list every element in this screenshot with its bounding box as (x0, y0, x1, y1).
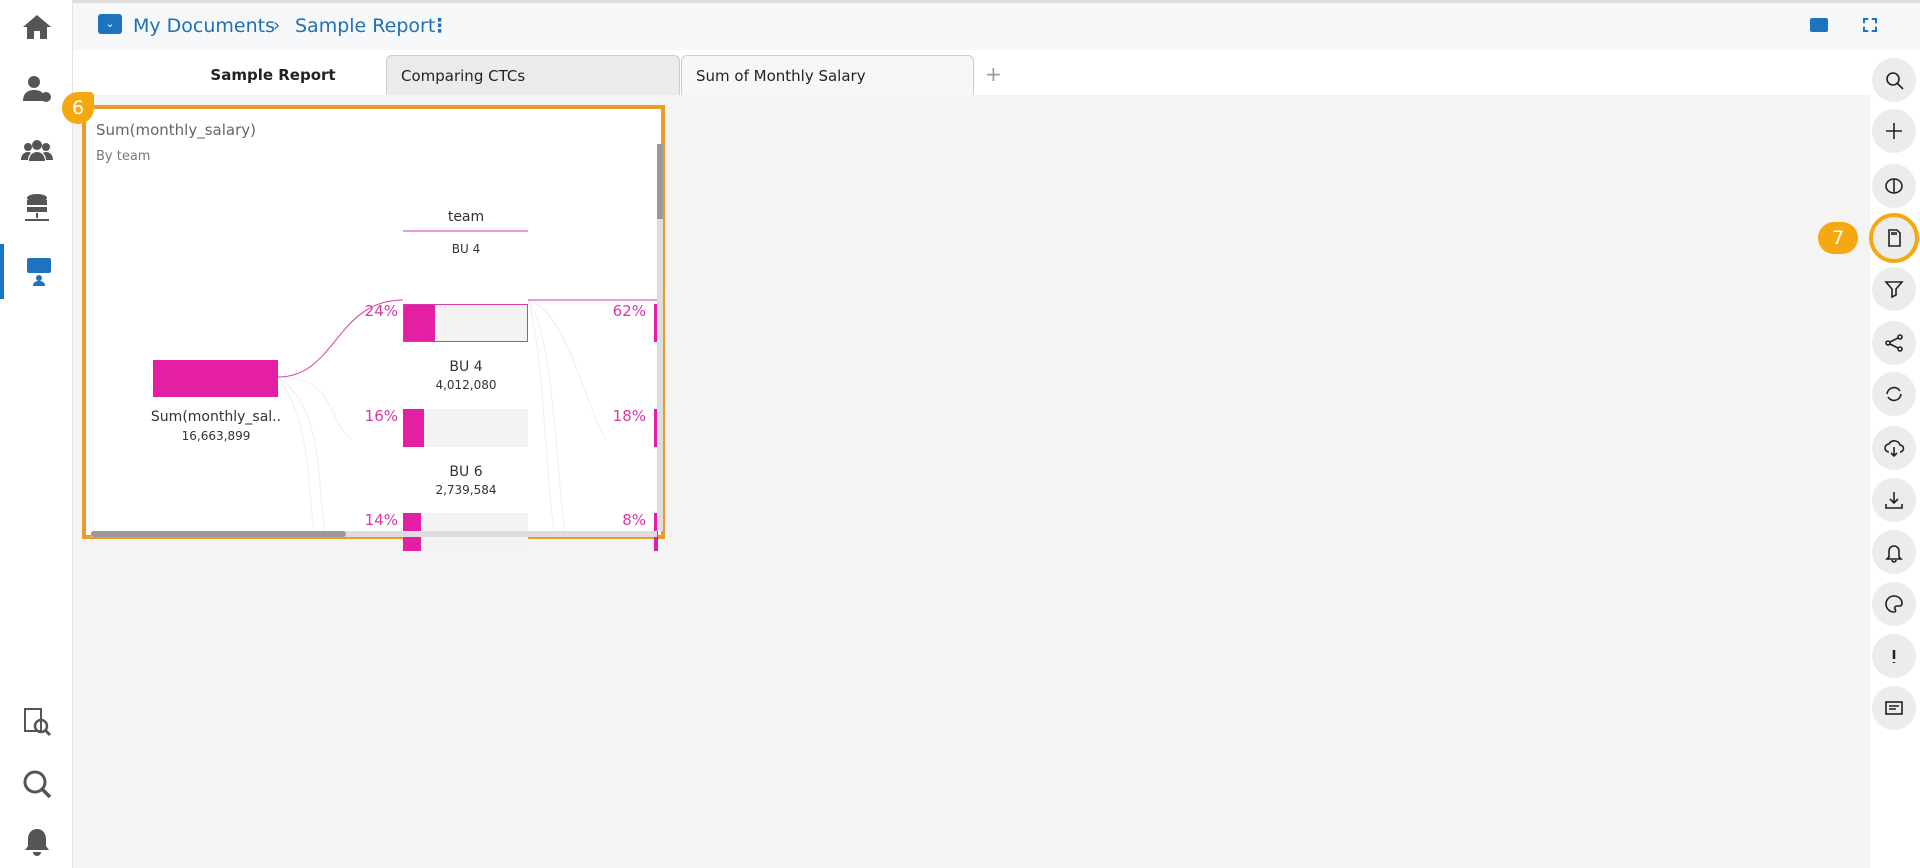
download-button[interactable] (1872, 478, 1916, 522)
download-icon (1885, 492, 1903, 509)
node-label: BU 4 (449, 359, 483, 375)
tab-sample-report[interactable]: Sample Report (163, 55, 383, 95)
brain-button[interactable] (1872, 164, 1916, 208)
fullscreen-icon[interactable] (1863, 18, 1877, 32)
report-tabs: Sample Report Comparing CTCs Sum of Mont… (73, 50, 1870, 95)
plus-icon (1886, 123, 1902, 139)
message-icon (1885, 701, 1903, 715)
node-pct: 16% (364, 407, 398, 425)
left-sidebar (0, 0, 73, 868)
share-button[interactable] (1872, 321, 1916, 365)
tab-sum-of-monthly-salary[interactable]: Sum of Monthly Salary (681, 55, 974, 95)
report-designer-icon[interactable] (0, 244, 73, 299)
root-value: 16,663,899 (181, 429, 251, 443)
refresh-icon (1886, 386, 1902, 402)
more-options-icon[interactable]: ⋮ (430, 15, 449, 37)
next-level-pct: 18% (612, 407, 646, 425)
next-level-pct: 8% (622, 511, 646, 529)
node-bar[interactable] (403, 409, 528, 447)
breadcrumb-folder[interactable]: My Documents (133, 15, 275, 37)
data-search-icon[interactable] (0, 697, 73, 747)
brain-icon (1885, 178, 1903, 194)
palette-icon (1885, 595, 1903, 613)
search-icon (1886, 72, 1904, 90)
cloud-download-button[interactable] (1872, 426, 1916, 470)
palette-button[interactable] (1872, 582, 1916, 626)
search-button[interactable] (1872, 58, 1916, 102)
breadcrumb-report[interactable]: Sample Report (295, 15, 435, 37)
tab-comparing-ctcs[interactable]: Comparing CTCs (386, 55, 680, 95)
decomposition-tree-chart[interactable]: Sum(monthly_salary) By team Sum(monthly_… (82, 105, 665, 551)
horizontal-scrollbar[interactable] (91, 531, 657, 537)
filter-icon (1884, 281, 1904, 299)
node-label: BU 6 (449, 464, 483, 480)
node-pct: 24% (364, 302, 398, 320)
header-bar: ⌄ My Documents › Sample Report ⋮ (73, 0, 1920, 50)
exclamation-button[interactable] (1872, 634, 1916, 678)
highlight-ring (1869, 213, 1919, 263)
bell-icon (1885, 545, 1903, 563)
bell-button[interactable] (1872, 530, 1916, 574)
users-group-icon[interactable] (0, 126, 73, 176)
annotation-badge-6: 6 (62, 92, 94, 124)
root-bar[interactable] (153, 360, 278, 397)
add-tab-button[interactable]: + (985, 62, 1002, 86)
level-selected: BU 4 (451, 242, 481, 256)
search-data-icon[interactable] (0, 759, 73, 809)
level-header: team (447, 209, 485, 225)
node-value: 4,012,080 (435, 378, 497, 392)
annotation-badge-7: 7 (1818, 222, 1858, 254)
database-icon[interactable] (0, 183, 73, 233)
message-button[interactable] (1872, 686, 1916, 730)
comment-icon[interactable] (1810, 18, 1828, 32)
vertical-scrollbar[interactable] (657, 144, 663, 531)
chevron-right-icon: › (273, 15, 281, 36)
node-value: 2,739,584 (435, 483, 497, 497)
home-icon[interactable] (0, 2, 73, 52)
next-level-pct: 62% (612, 302, 646, 320)
filter-button[interactable] (1872, 267, 1916, 311)
refresh-button[interactable] (1872, 372, 1916, 416)
cloud-download-icon (1884, 440, 1905, 458)
node-bar[interactable] (403, 304, 528, 342)
exclamation-icon (1892, 650, 1896, 663)
alerts-bell-icon[interactable] (0, 817, 73, 867)
share-icon (1885, 334, 1903, 352)
connector-lines (277, 230, 657, 535)
plus-button[interactable] (1872, 109, 1916, 153)
root-label: Sum(monthly_sal.. (150, 409, 282, 425)
node-pct: 14% (364, 511, 398, 529)
folder-icon[interactable]: ⌄ (98, 14, 122, 34)
